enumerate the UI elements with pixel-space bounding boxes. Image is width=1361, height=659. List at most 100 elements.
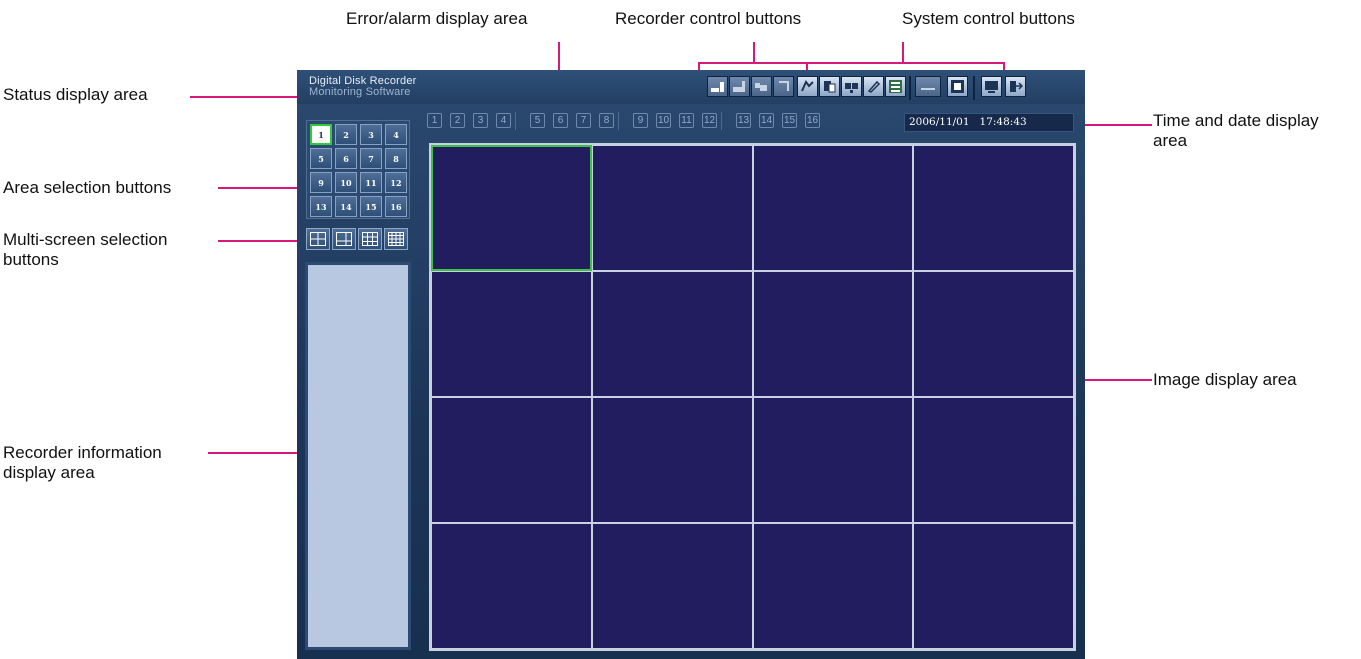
- area-button-6[interactable]: 6: [335, 148, 357, 169]
- stop-icon: [755, 83, 767, 91]
- area-button-4[interactable]: 4: [385, 124, 407, 145]
- multi-screen-selection: [306, 228, 410, 252]
- monitor-icon: [985, 81, 998, 93]
- status-channel-12: 12: [702, 113, 717, 128]
- image-cell-2[interactable]: [591, 145, 753, 271]
- sixteen-grid-icon: [388, 232, 404, 246]
- toolbar-separator: [909, 76, 911, 100]
- log-icon: [889, 80, 902, 93]
- recorder-information-panel: [305, 262, 411, 650]
- area-button-5[interactable]: 5: [310, 148, 332, 169]
- area-button-1[interactable]: 1: [310, 124, 332, 145]
- image-cell-1[interactable]: [431, 145, 592, 271]
- callout-recorder-info: Recorder information display area: [3, 443, 162, 483]
- callout-multi-screen-line2: buttons: [3, 250, 59, 269]
- split-icon: [336, 232, 352, 246]
- area-button-13[interactable]: 13: [310, 196, 332, 217]
- image-cell-16[interactable]: [913, 523, 1074, 649]
- image-cell-8[interactable]: [913, 271, 1074, 397]
- setup-button[interactable]: [947, 76, 968, 97]
- area-button-12[interactable]: 12: [385, 172, 407, 193]
- playback-button[interactable]: [707, 76, 728, 97]
- key-icon: [921, 88, 935, 90]
- status-channel-7: 7: [576, 113, 591, 128]
- image-cell-6[interactable]: [591, 271, 753, 397]
- status-channel-11: 11: [679, 113, 694, 128]
- image-cell-14[interactable]: [591, 523, 753, 649]
- exit-icon: [1010, 81, 1023, 92]
- callout-area-selection: Area selection buttons: [3, 178, 172, 197]
- area-button-15[interactable]: 15: [360, 196, 382, 217]
- copy-button[interactable]: [819, 76, 840, 97]
- nine-screen-button[interactable]: [358, 228, 382, 250]
- area-button-9[interactable]: 9: [310, 172, 332, 193]
- area-button-11[interactable]: 11: [360, 172, 382, 193]
- network-button[interactable]: [841, 76, 862, 97]
- image-cell-10[interactable]: [591, 397, 753, 523]
- area-button-14[interactable]: 14: [335, 196, 357, 217]
- callout-multi-screen-line1: Multi-screen selection: [3, 230, 168, 249]
- network-icon: [845, 83, 858, 93]
- status-channel-9: 9: [633, 113, 648, 128]
- record-button[interactable]: [729, 76, 750, 97]
- search-icon: [779, 81, 789, 91]
- bracket-recorder-top: [698, 62, 808, 64]
- status-channel-1: 1: [427, 113, 442, 128]
- area-button-10[interactable]: 10: [335, 172, 357, 193]
- exit-button[interactable]: [1005, 76, 1026, 97]
- status-channel-3: 3: [473, 113, 488, 128]
- display-button[interactable]: [981, 76, 1002, 97]
- callout-image-display: Image display area: [1153, 370, 1297, 389]
- status-channel-14: 14: [759, 113, 774, 128]
- callout-status-display: Status display area: [3, 85, 148, 104]
- split-screen-button[interactable]: [332, 228, 356, 250]
- log-button[interactable]: [885, 76, 906, 97]
- status-channel-2: 2: [450, 113, 465, 128]
- image-cell-13[interactable]: [431, 523, 592, 649]
- login-button[interactable]: [915, 76, 941, 97]
- stop-button[interactable]: [751, 76, 772, 97]
- status-channel-4: 4: [496, 113, 511, 128]
- toolbar-separator: [973, 76, 975, 100]
- status-group-separator: [515, 112, 516, 130]
- callout-time-date: Time and date display area: [1153, 111, 1319, 151]
- leader-multi-screen: [218, 240, 308, 242]
- record-icon: [733, 81, 745, 92]
- image-cell-15[interactable]: [752, 523, 914, 649]
- edit-button[interactable]: [863, 76, 884, 97]
- status-group-separator: [721, 112, 722, 130]
- image-cell-3[interactable]: [752, 145, 914, 271]
- status-channel-6: 6: [553, 113, 568, 128]
- area-button-16[interactable]: 16: [385, 196, 407, 217]
- area-button-3[interactable]: 3: [360, 124, 382, 145]
- status-channel-15: 15: [782, 113, 797, 128]
- download-icon: [801, 80, 814, 92]
- bracket-system-stem: [902, 42, 904, 62]
- status-channel-10: 10: [656, 113, 671, 128]
- area-button-8[interactable]: 8: [385, 148, 407, 169]
- area-selection-grid: 1 2 3 4 5 6 7 8 9 10 11 12 13 14 15 16: [306, 120, 410, 219]
- image-cell-4[interactable]: [913, 145, 1074, 271]
- bracket-system-top: [806, 62, 1005, 64]
- monitoring-software-window: Digital Disk Recorder Monitoring Softwar…: [297, 70, 1085, 659]
- status-channel-16: 16: [805, 113, 820, 128]
- quad-screen-button[interactable]: [306, 228, 330, 250]
- leader-area-selection: [218, 187, 308, 189]
- area-button-2[interactable]: 2: [335, 124, 357, 145]
- download-button[interactable]: [797, 76, 818, 97]
- search-button[interactable]: [773, 76, 794, 97]
- image-display-area[interactable]: [429, 143, 1076, 651]
- sixteen-screen-button[interactable]: [384, 228, 408, 250]
- image-cell-7[interactable]: [752, 271, 914, 397]
- nine-grid-icon: [362, 232, 378, 246]
- setup-icon: [951, 80, 964, 93]
- image-cell-11[interactable]: [752, 397, 914, 523]
- image-cell-5[interactable]: [431, 271, 592, 397]
- callout-time-date-line2: area: [1153, 131, 1188, 150]
- image-cell-9[interactable]: [431, 397, 592, 523]
- status-channel-13: 13: [736, 113, 751, 128]
- area-button-7[interactable]: 7: [360, 148, 382, 169]
- image-cell-12[interactable]: [913, 397, 1074, 523]
- copy-icon: [824, 81, 836, 93]
- callout-error-alarm: Error/alarm display area: [346, 9, 528, 28]
